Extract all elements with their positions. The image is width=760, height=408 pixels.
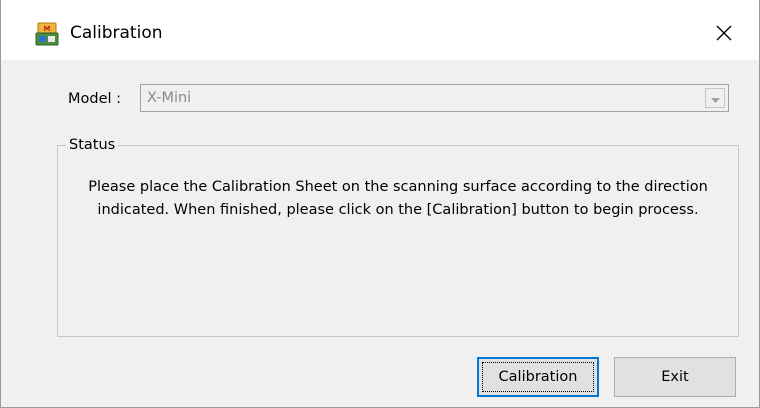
status-legend: Status — [66, 135, 119, 155]
status-message: Please place the Calibration Sheet on th… — [58, 176, 738, 222]
focus-rectangle — [482, 362, 594, 392]
status-groupbox: Status Please place the Calibration Shee… — [57, 135, 739, 337]
close-button[interactable] — [701, 14, 747, 52]
calibration-button[interactable]: Calibration — [477, 357, 599, 397]
window-title: Calibration — [70, 23, 163, 43]
exit-button-label: Exit — [661, 369, 689, 385]
dropdown-arrow-button[interactable] — [705, 88, 725, 108]
scanner-app-icon: M — [35, 22, 59, 46]
model-selected-value: X-Mini — [147, 90, 192, 106]
close-icon — [716, 25, 732, 41]
model-label: Model : — [68, 91, 122, 107]
status-message-line-1: Please place the Calibration Sheet on th… — [88, 179, 708, 195]
model-dropdown[interactable]: X-Mini — [140, 84, 729, 112]
status-message-line-2: indicated. When finished, please click o… — [97, 202, 699, 218]
exit-button[interactable]: Exit — [614, 357, 736, 397]
svg-text:M: M — [44, 25, 51, 33]
calibration-dialog: M Calibration Model : X-Mini Status Plea… — [0, 0, 760, 408]
chevron-down-icon — [710, 89, 720, 108]
title-bar: M Calibration — [1, 0, 759, 60]
